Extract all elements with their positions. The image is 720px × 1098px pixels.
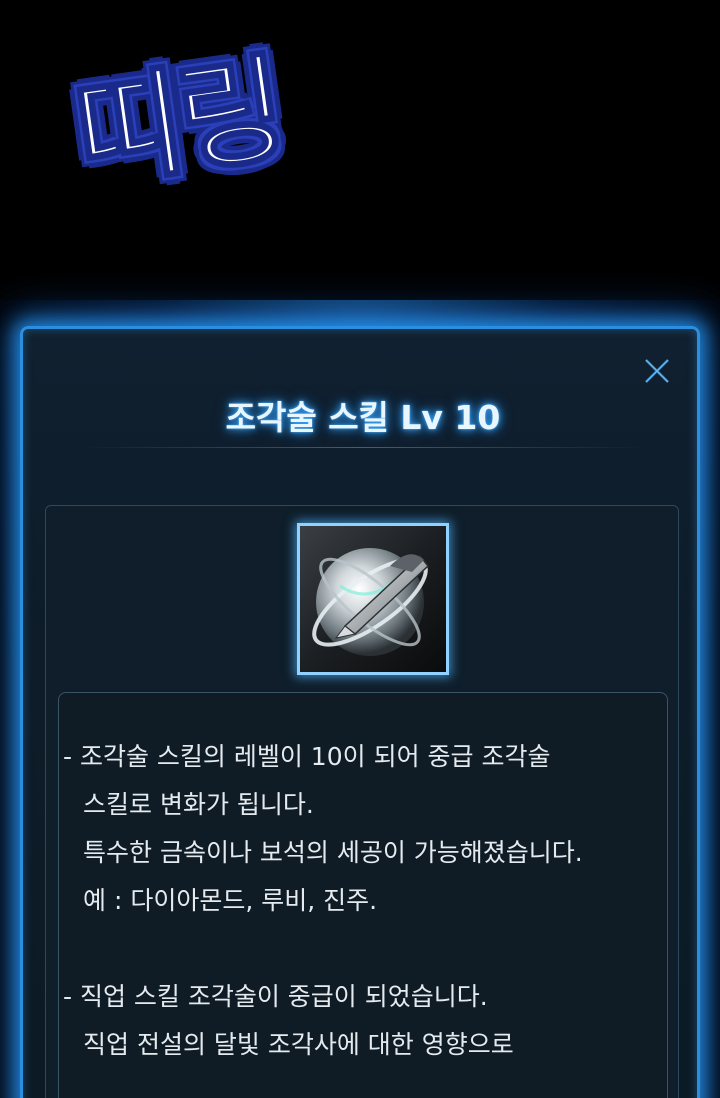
description-line: 예 : 다이아몬드, 루비, 진주. <box>83 886 378 915</box>
skill-notification-window: 조각술 스킬 Lv 10 - 조각술 스킬의 레벨이 10이 되어 중급 조각술… <box>20 326 700 1098</box>
window-title: 조각술 스킬 Lv 10 <box>225 398 501 437</box>
sound-effect-text: 띠링 <box>65 38 290 206</box>
webtoon-panel: 띠링 조각술 스킬 Lv 10 - 조각술 스킬의 레벨이 10이 되어 중급 … <box>0 0 720 1098</box>
close-button[interactable] <box>643 357 671 385</box>
description-line: - 조각술 스킬의 레벨이 10이 되어 중급 조각술 <box>63 742 551 771</box>
description-line: 스킬로 변화가 됩니다. <box>83 790 314 819</box>
skill-description: - 조각술 스킬의 레벨이 10이 되어 중급 조각술 스킬로 변화가 됩니다.… <box>63 733 663 1069</box>
engraving-chisel-orb-icon <box>300 526 446 672</box>
title-divider <box>83 447 643 448</box>
description-line: 특수한 금속이나 보석의 세공이 가능해졌습니다. <box>83 838 583 867</box>
close-icon <box>645 359 669 383</box>
description-line: 직업 전설의 달빛 조각사에 대한 영향으로 <box>83 1030 514 1059</box>
description-line: - 직업 스킬 조각술이 중급이 되었습니다. <box>63 982 488 1011</box>
skill-info-panel: - 조각술 스킬의 레벨이 10이 되어 중급 조각술 스킬로 변화가 됩니다.… <box>45 505 679 1098</box>
skill-icon-frame <box>297 523 449 675</box>
description-box: - 조각술 스킬의 레벨이 10이 되어 중급 조각술 스킬로 변화가 됩니다.… <box>58 692 668 1098</box>
